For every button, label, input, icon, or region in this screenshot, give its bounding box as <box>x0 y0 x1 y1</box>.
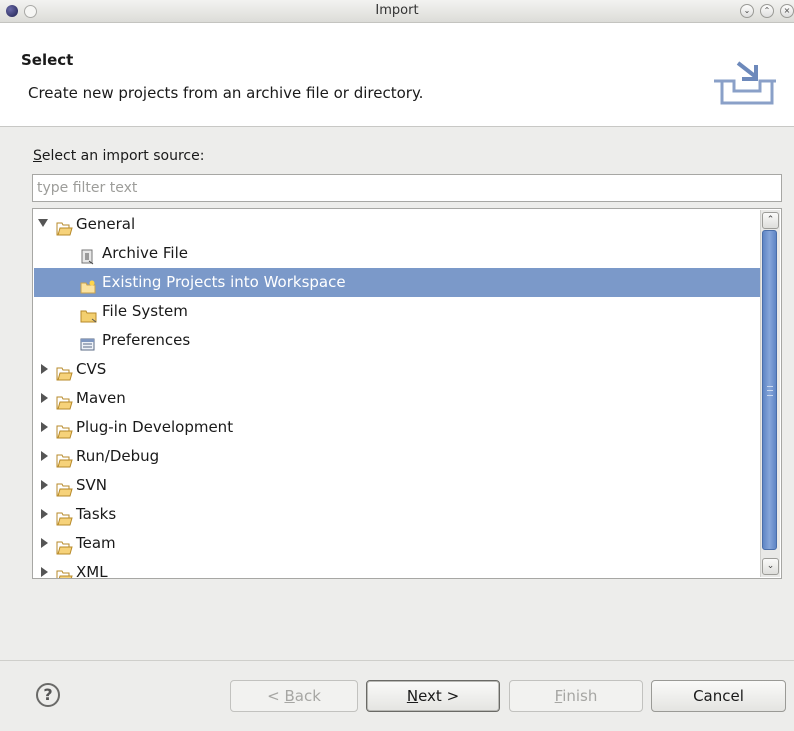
tree-item[interactable]: Preferences <box>34 326 760 355</box>
tree-item[interactable]: Existing Projects into Workspace <box>34 268 760 297</box>
tree-item[interactable]: CVS <box>34 355 760 384</box>
import-source-label: Select an import source: <box>33 148 205 164</box>
scroll-up-icon[interactable]: ⌃ <box>762 212 779 229</box>
tree-item-label: Existing Projects into Workspace <box>102 273 346 291</box>
expand-icon[interactable] <box>41 538 48 548</box>
expand-icon[interactable] <box>41 364 48 374</box>
expand-icon[interactable] <box>41 422 48 432</box>
import-source-tree[interactable]: General Archive File Existing Projects int… <box>32 208 782 579</box>
finish-button[interactable]: Finish <box>509 680 643 712</box>
expand-icon[interactable] <box>41 451 48 461</box>
tree-item-label: Run/Debug <box>76 447 160 465</box>
expand-icon[interactable] <box>41 567 48 577</box>
tree-item-label: Archive File <box>102 244 188 262</box>
footer-separator <box>0 660 794 661</box>
tree-item[interactable]: Archive File <box>34 239 760 268</box>
import-wizard-icon <box>714 61 776 105</box>
collapse-icon[interactable] <box>38 219 48 227</box>
page-description: Create new projects from an archive file… <box>28 84 424 102</box>
tree-item-label: General <box>76 215 136 233</box>
window-titlebar[interactable]: Import ⌄ ⌃ × <box>0 0 794 23</box>
page-title: Select <box>21 51 74 69</box>
tree-scrollbar[interactable]: ⌃ ⌄ <box>760 210 780 577</box>
tree-item[interactable]: File System <box>34 297 760 326</box>
window-title: Import <box>375 3 419 18</box>
tree-item[interactable]: SVN <box>34 471 760 500</box>
cancel-button[interactable]: Cancel <box>651 680 786 712</box>
tree-item[interactable]: General <box>34 210 760 239</box>
tree-item[interactable]: Run/Debug <box>34 442 760 471</box>
tree-item-label: CVS <box>76 360 107 378</box>
filter-input[interactable] <box>32 174 782 202</box>
tree-item-label: Tasks <box>76 505 117 523</box>
close-icon[interactable]: × <box>780 4 794 18</box>
next-button[interactable]: Next > <box>366 680 500 712</box>
tree-item[interactable]: XML <box>34 558 760 579</box>
tree-item-label: Team <box>76 534 116 552</box>
expand-icon[interactable] <box>41 480 48 490</box>
tree-item-label: Maven <box>76 389 126 407</box>
tree-item[interactable]: Team <box>34 529 760 558</box>
minimize-icon[interactable]: ⌄ <box>740 4 754 18</box>
scroll-down-icon[interactable]: ⌄ <box>762 558 779 575</box>
scroll-thumb[interactable] <box>762 230 777 550</box>
tree-item-label: File System <box>102 302 188 320</box>
expand-icon[interactable] <box>41 393 48 403</box>
tree-item-label: Preferences <box>102 331 191 349</box>
expand-icon[interactable] <box>41 509 48 519</box>
folder-open-icon <box>56 565 73 578</box>
help-icon[interactable]: ? <box>36 683 60 707</box>
tree-item-label: SVN <box>76 476 108 494</box>
tree-item[interactable]: Plug-in Development <box>34 413 760 442</box>
tree-item-label: XML <box>76 563 108 579</box>
wizard-header: Select Create new projects from an archi… <box>0 23 794 127</box>
tree-item-label: Plug-in Development <box>76 418 234 436</box>
tree-item[interactable]: Tasks <box>34 500 760 529</box>
maximize-icon[interactable]: ⌃ <box>760 4 774 18</box>
back-button[interactable]: < Back <box>230 680 358 712</box>
tree-item[interactable]: Maven <box>34 384 760 413</box>
